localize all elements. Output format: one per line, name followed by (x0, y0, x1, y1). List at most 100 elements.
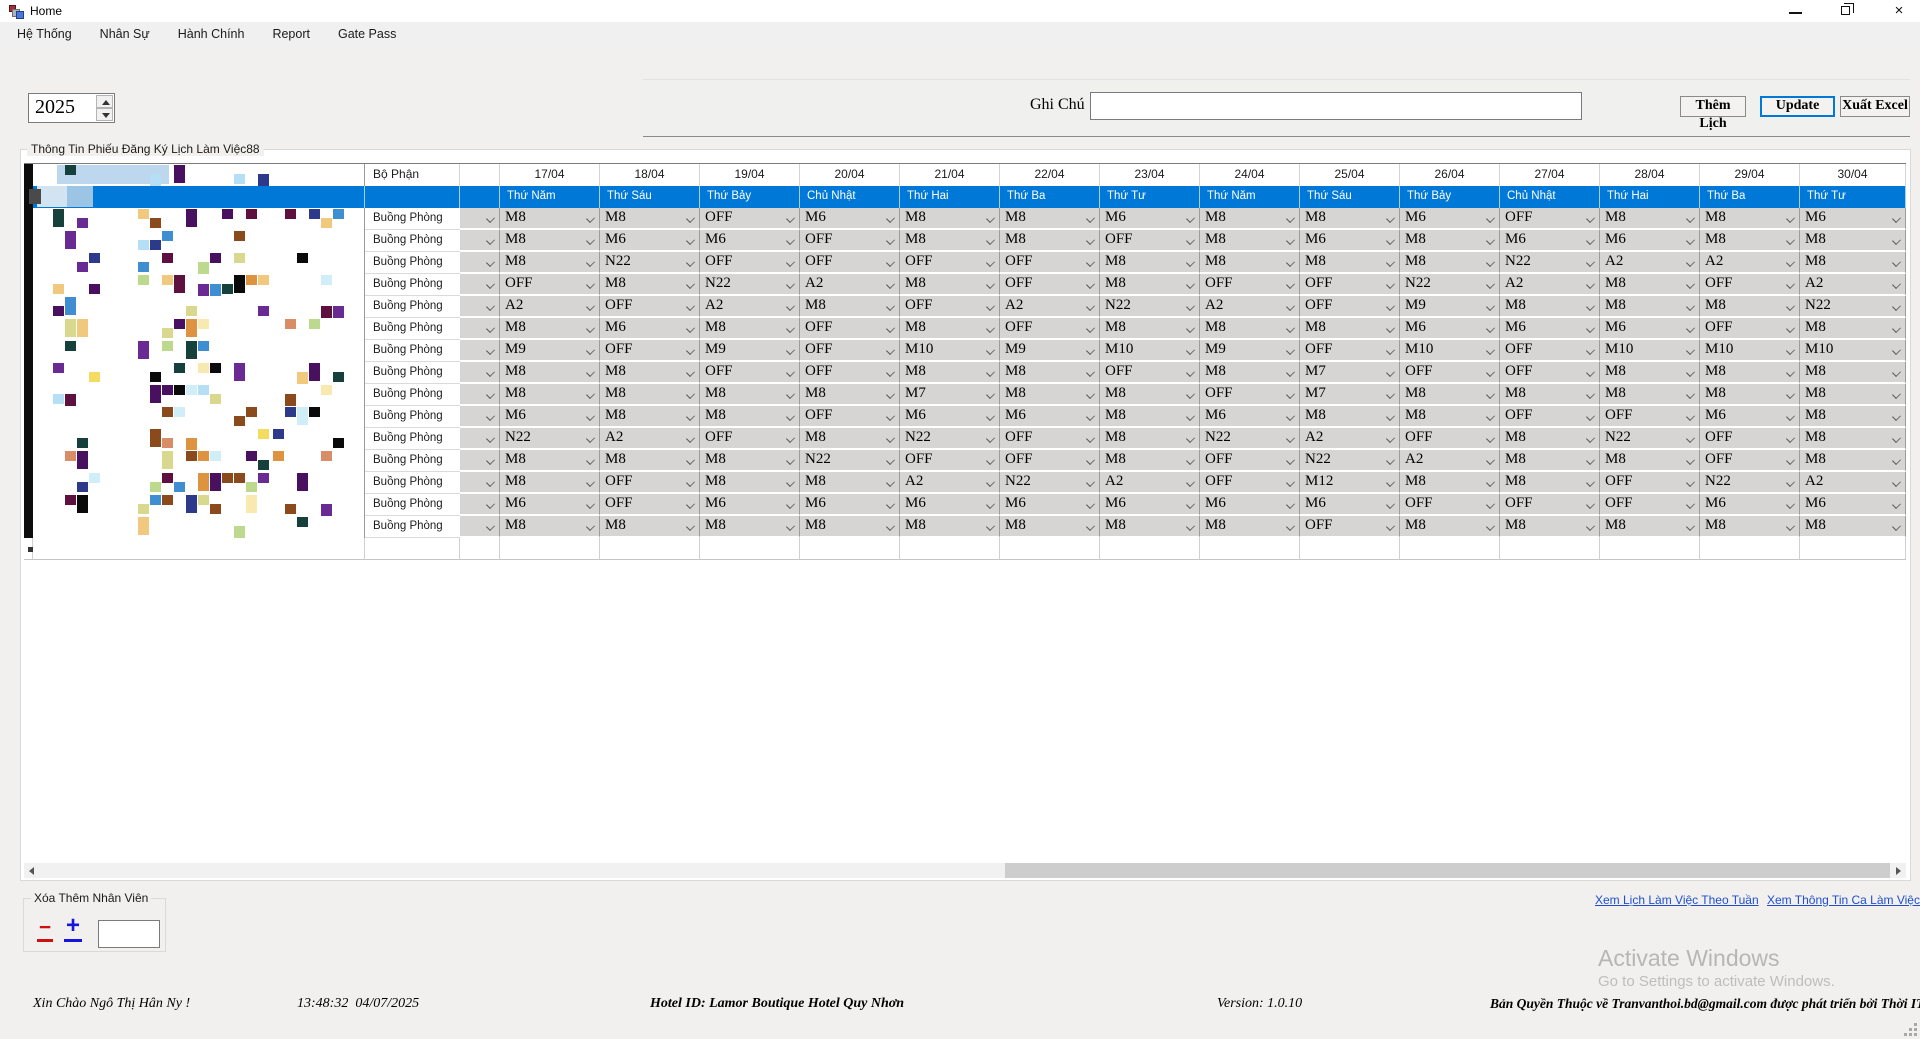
chevron-down-icon[interactable] (1287, 303, 1294, 310)
shift-combo[interactable]: OFF (1000, 318, 1100, 340)
shift-combo[interactable]: M8 (1100, 274, 1200, 296)
shift-combo[interactable]: N22 (1300, 450, 1400, 472)
chevron-down-icon[interactable] (487, 215, 494, 222)
chevron-down-icon[interactable] (987, 391, 994, 398)
chevron-down-icon[interactable] (987, 501, 994, 508)
chevron-down-icon[interactable] (1893, 479, 1900, 486)
shift-combo-empty[interactable] (460, 450, 500, 472)
chevron-down-icon[interactable] (1687, 523, 1694, 530)
shift-combo[interactable]: OFF (1600, 472, 1700, 494)
chevron-down-icon[interactable] (1787, 215, 1794, 222)
chevron-down-icon[interactable] (1087, 281, 1094, 288)
shift-combo[interactable]: M8 (1200, 208, 1300, 230)
shift-combo[interactable]: A2 (1800, 274, 1906, 296)
shift-combo[interactable]: A2 (900, 472, 1000, 494)
shift-combo[interactable]: N22 (700, 274, 800, 296)
chevron-down-icon[interactable] (587, 457, 594, 464)
schedule-row[interactable]: Buồng PhòngM6OFFM6M6M6M6M6M6M6OFFOFFOFFM… (24, 494, 1906, 516)
chevron-down-icon[interactable] (1187, 457, 1194, 464)
shift-combo[interactable]: M8 (700, 318, 800, 340)
shift-combo[interactable]: OFF (700, 428, 800, 450)
shift-combo[interactable]: M6 (1500, 318, 1600, 340)
shift-combo[interactable]: M8 (1000, 362, 1100, 384)
shift-combo[interactable]: OFF (1000, 252, 1100, 274)
shift-combo[interactable]: M8 (1300, 252, 1400, 274)
chevron-down-icon[interactable] (1387, 523, 1394, 530)
chevron-down-icon[interactable] (887, 325, 894, 332)
chevron-down-icon[interactable] (1187, 413, 1194, 420)
chevron-down-icon[interactable] (587, 303, 594, 310)
them-lich-button[interactable]: Thêm Lịch (1680, 96, 1746, 117)
chevron-down-icon[interactable] (1687, 347, 1694, 354)
restore-button[interactable] (1830, 0, 1864, 22)
menu-item-report[interactable]: Report (258, 22, 324, 47)
chevron-down-icon[interactable] (887, 479, 894, 486)
shift-combo[interactable]: A2 (600, 428, 700, 450)
shift-combo[interactable]: N22 (1400, 274, 1500, 296)
chevron-down-icon[interactable] (487, 259, 494, 266)
shift-combo[interactable]: OFF (800, 318, 900, 340)
chevron-down-icon[interactable] (987, 413, 994, 420)
shift-combo[interactable]: M7 (1300, 362, 1400, 384)
link-weekly-schedule[interactable]: Xem Lịch Làm Việc Theo Tuần (1595, 893, 1759, 907)
new-row-placeholder[interactable] (24, 538, 1906, 560)
chevron-down-icon[interactable] (1587, 391, 1594, 398)
shift-combo[interactable]: M10 (1400, 340, 1500, 362)
shift-combo[interactable]: M6 (1200, 494, 1300, 516)
shift-combo[interactable]: M8 (900, 516, 1000, 538)
shift-combo[interactable]: N22 (1600, 428, 1700, 450)
shift-combo[interactable]: M7 (900, 384, 1000, 406)
shift-combo[interactable]: M8 (1500, 384, 1600, 406)
shift-combo-empty[interactable] (460, 252, 500, 274)
shift-combo[interactable]: OFF (1000, 274, 1100, 296)
schedule-row[interactable]: Buồng PhòngM8M8OFFM6M8M8M6M8M8M6OFFM8M8M… (24, 208, 1906, 230)
chevron-down-icon[interactable] (1287, 457, 1294, 464)
chevron-down-icon[interactable] (887, 501, 894, 508)
chevron-down-icon[interactable] (687, 435, 694, 442)
shift-combo-empty[interactable] (460, 230, 500, 252)
shift-combo[interactable]: OFF (800, 362, 900, 384)
chevron-down-icon[interactable] (587, 391, 594, 398)
chevron-down-icon[interactable] (1287, 347, 1294, 354)
shift-combo[interactable]: M10 (1800, 340, 1906, 362)
chevron-down-icon[interactable] (1487, 369, 1494, 376)
shift-combo[interactable]: OFF (1200, 472, 1300, 494)
chevron-down-icon[interactable] (1787, 259, 1794, 266)
chevron-down-icon[interactable] (1487, 457, 1494, 464)
menu-item-he-thong[interactable]: Hệ Thống (3, 22, 86, 47)
schedule-row[interactable]: Buồng PhòngM8M6M6OFFM8M8OFFM8M6M8M6M6M8M… (24, 230, 1906, 252)
chevron-down-icon[interactable] (987, 303, 994, 310)
shift-combo[interactable]: M8 (1600, 516, 1700, 538)
chevron-down-icon[interactable] (1387, 479, 1394, 486)
chevron-down-icon[interactable] (1587, 413, 1594, 420)
shift-combo[interactable]: M6 (1200, 406, 1300, 428)
shift-combo[interactable]: M12 (1300, 472, 1400, 494)
chevron-down-icon[interactable] (787, 479, 794, 486)
shift-combo[interactable]: M8 (1800, 362, 1906, 384)
shift-combo[interactable]: M8 (500, 208, 600, 230)
shift-combo[interactable]: M6 (500, 494, 600, 516)
chevron-down-icon[interactable] (487, 435, 494, 442)
chevron-down-icon[interactable] (1387, 457, 1394, 464)
shift-combo[interactable]: OFF (600, 340, 700, 362)
shift-combo[interactable]: M8 (900, 208, 1000, 230)
chevron-down-icon[interactable] (787, 259, 794, 266)
chevron-down-icon[interactable] (1487, 215, 1494, 222)
chevron-down-icon[interactable] (1087, 479, 1094, 486)
chevron-down-icon[interactable] (1787, 369, 1794, 376)
shift-combo[interactable]: M9 (700, 340, 800, 362)
shift-combo[interactable]: A2 (1200, 296, 1300, 318)
shift-combo[interactable]: OFF (1200, 384, 1300, 406)
menu-item-nhan-su[interactable]: Nhân Sự (86, 22, 164, 47)
shift-combo[interactable]: M8 (700, 472, 800, 494)
chevron-down-icon[interactable] (1387, 391, 1394, 398)
shift-combo[interactable]: OFF (1500, 494, 1600, 516)
chevron-down-icon[interactable] (1087, 435, 1094, 442)
shift-combo[interactable]: OFF (1500, 406, 1600, 428)
shift-combo[interactable]: M8 (1300, 406, 1400, 428)
shift-combo[interactable]: OFF (800, 230, 900, 252)
employee-count-input[interactable] (98, 920, 160, 948)
shift-combo[interactable]: N22 (800, 450, 900, 472)
shift-combo[interactable]: M8 (1600, 450, 1700, 472)
schedule-row[interactable]: Buồng PhòngOFFM8N22A2M8OFFM8OFFOFFN22A2M… (24, 274, 1906, 296)
